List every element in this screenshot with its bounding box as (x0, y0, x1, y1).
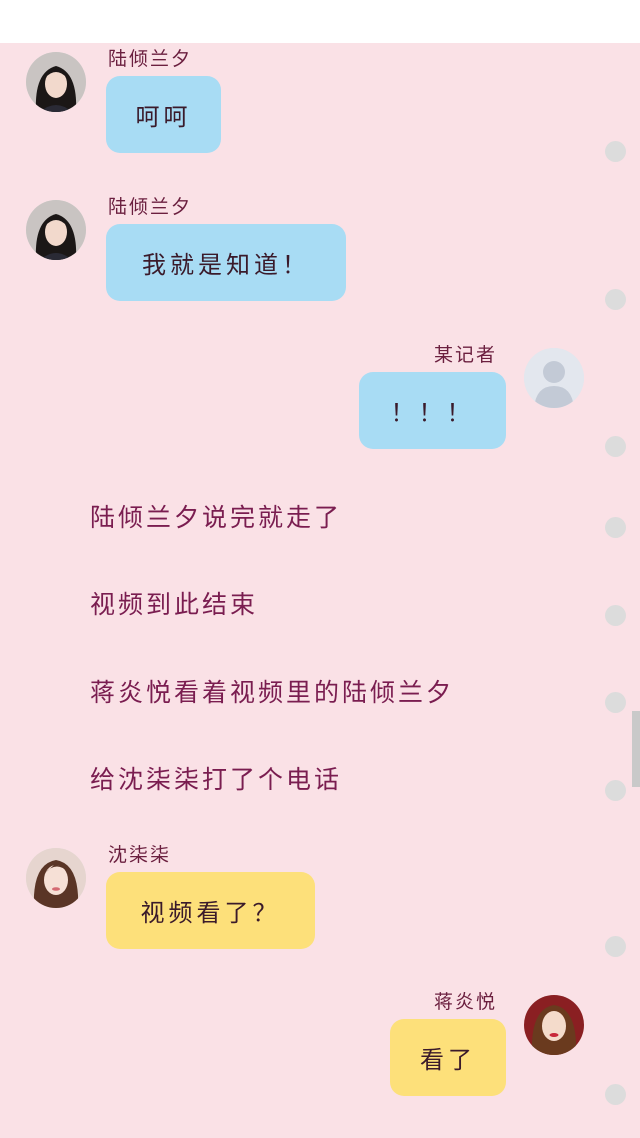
sender-name: 陆倾兰夕 (108, 196, 193, 218)
top-bar (0, 0, 640, 43)
sender-name: 陆倾兰夕 (108, 48, 193, 70)
circle-icon[interactable] (605, 692, 626, 713)
circle-icon[interactable] (605, 517, 626, 538)
circle-icon[interactable] (605, 289, 626, 310)
narration-line: 蒋炎悦看着视频里的陆倾兰夕 (90, 678, 455, 707)
narration-line: 陆倾兰夕说完就走了 (90, 503, 343, 532)
sender-name: 某记者 (434, 344, 498, 366)
message-bubble[interactable]: ！！！ (359, 372, 506, 449)
circle-icon[interactable] (605, 605, 626, 626)
message-bubble[interactable]: 呵呵 (106, 76, 221, 153)
avatar-luqinglanxi[interactable] (26, 200, 86, 260)
circle-icon[interactable] (605, 936, 626, 957)
message-bubble[interactable]: 视频看了？ (106, 872, 315, 949)
avatar-luqinglanxi[interactable] (26, 52, 86, 112)
avatar-shenqiqi[interactable] (26, 848, 86, 908)
message-bubble[interactable]: 看了 (390, 1019, 506, 1096)
avatar-reporter[interactable] (524, 348, 584, 408)
circle-icon[interactable] (605, 436, 626, 457)
narration-line: 给沈柒柒打了个电话 (90, 765, 343, 794)
avatar-jiangyanyue[interactable] (524, 995, 584, 1055)
message-bubble[interactable]: 我就是知道！ (106, 224, 346, 301)
sender-name: 沈柒柒 (108, 844, 172, 866)
sender-name: 蒋炎悦 (434, 991, 498, 1013)
circle-icon[interactable] (605, 780, 626, 801)
circle-icon[interactable] (605, 141, 626, 162)
scrollbar[interactable] (632, 711, 640, 787)
circle-icon[interactable] (605, 1084, 626, 1105)
narration-line: 视频到此结束 (90, 590, 259, 619)
